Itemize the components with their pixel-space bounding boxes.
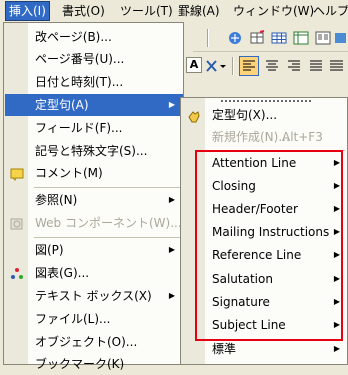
menu-item-text-box[interactable]: テキスト ボックス(X) ▶ [5, 285, 183, 307]
menu-item-bookmark[interactable]: ブックマーク(K) [5, 353, 183, 375]
menu-item-label: ページ番号(U)... [35, 52, 125, 66]
align-left-icon[interactable] [239, 56, 259, 76]
menu-item-label: テキスト ボックス(X) [35, 289, 152, 303]
menu-item-label: 記号と特殊文字(S)... [35, 144, 148, 158]
menu-item-shortcut: Alt+F3 [282, 130, 323, 144]
menu-table[interactable]: 罫線(A) [175, 2, 223, 20]
align-right-icon[interactable] [285, 57, 303, 75]
font-color-letter: A [186, 57, 202, 73]
submenu-arrow-icon: ▶ [168, 245, 175, 254]
menu-separator [34, 187, 180, 188]
menu-item-label: ブックマーク(K) [35, 357, 125, 371]
columns-icon[interactable] [314, 29, 332, 47]
insert-excel-icon[interactable] [292, 29, 310, 47]
standard-toolbar [193, 26, 348, 52]
menu-separator [34, 237, 180, 238]
menu-item-field[interactable]: フィールド(F)... [5, 117, 183, 139]
menu-item-symbol[interactable]: 記号と特殊文字(S)... [5, 140, 183, 162]
formatting-toolbar: A [181, 52, 348, 80]
menu-window[interactable]: ウィンドウ(W) [230, 2, 317, 20]
tables-borders-icon[interactable] [248, 29, 266, 47]
menu-item-page-numbers[interactable]: ページ番号(U)... [5, 48, 183, 70]
menu-item-date-time[interactable]: 日付と時刻(T)... [5, 71, 183, 93]
font-color-button[interactable]: A [185, 57, 202, 75]
menu-item-label: 日付と時刻(T)... [35, 75, 124, 89]
submenu-arrow-icon: ▶ [333, 344, 340, 353]
submenu-arrow-icon: ▶ [168, 195, 175, 204]
menu-item-file[interactable]: ファイル(L)... [5, 308, 183, 330]
submenu-arrow-icon: ▶ [168, 100, 175, 109]
hyperlink-icon[interactable] [226, 29, 244, 47]
diagram-icon [10, 266, 24, 280]
menu-item-label: 新規作成(N)... [212, 130, 290, 144]
menu-item-label: 標準 [212, 342, 237, 356]
menu-item-label: 定型句(A) [35, 98, 89, 112]
menu-item-label: Web コンポーネント(W)... [35, 216, 182, 230]
menu-item-autotext[interactable]: 定型句(A) ▶ [5, 94, 183, 116]
menu-help[interactable]: ヘルプ( [310, 2, 348, 20]
menu-item-label: 図表(G)... [35, 266, 90, 280]
menu-item-label: コメント(M) [35, 166, 103, 180]
highlight-annotation-box [195, 150, 343, 341]
menu-item-label: フィールド(F)... [35, 121, 123, 135]
menu-item-reference[interactable]: 参照(N) ▶ [5, 189, 183, 211]
menu-item-normal[interactable]: 標準 ▶ [182, 338, 348, 360]
tear-off-handle[interactable] [221, 100, 311, 102]
menu-item-diagram[interactable]: 図表(G)... [5, 262, 183, 284]
menu-item-picture[interactable]: 図(P) ▶ [5, 239, 183, 261]
align-center-icon[interactable] [263, 57, 281, 75]
comment-icon [10, 166, 24, 181]
menu-item-autotext-dialog[interactable]: 定型句(X)... [182, 104, 348, 126]
menu-tools[interactable]: ツール(T) [117, 2, 176, 20]
menu-format[interactable]: 書式(O) [59, 2, 108, 20]
justify-icon[interactable] [307, 57, 325, 75]
asian-layout-icon[interactable] [205, 57, 229, 75]
menu-item-page-break[interactable]: 改ページ(B)... [5, 26, 183, 48]
menu-insert[interactable]: 挿入(I) [5, 1, 50, 21]
menu-item-new-autotext: 新規作成(N)... Alt+F3 [182, 126, 348, 148]
menu-item-object[interactable]: オブジェクト(O)... [5, 331, 183, 353]
menu-item-web-component: Web コンポーネント(W)... [5, 212, 183, 234]
menu-item-comment[interactable]: コメント(M) [5, 162, 183, 184]
menu-item-label: 参照(N) [35, 193, 78, 207]
toolbar-separator [207, 29, 209, 47]
insert-table-icon[interactable] [270, 29, 288, 47]
web-component-icon [10, 216, 24, 230]
insert-menu: 改ページ(B)... ページ番号(U)... 日付と時刻(T)... 定型句(A… [3, 22, 184, 371]
drawing-icon[interactable] [333, 29, 348, 47]
toolbar-separator [232, 57, 234, 75]
menu-item-label: 定型句(X)... [212, 108, 278, 122]
submenu-arrow-icon: ▶ [168, 291, 175, 300]
menu-bar: 挿入(I) 書式(O) ツール(T) 罫線(A) ウィンドウ(W) ヘルプ( [0, 0, 348, 22]
menu-item-label: 改ページ(B)... [35, 30, 112, 44]
distributed-icon[interactable] [328, 57, 346, 75]
menu-item-label: オブジェクト(O)... [35, 335, 138, 349]
menu-item-label: ファイル(L)... [35, 312, 111, 326]
menu-item-label: 図(P) [35, 243, 64, 257]
